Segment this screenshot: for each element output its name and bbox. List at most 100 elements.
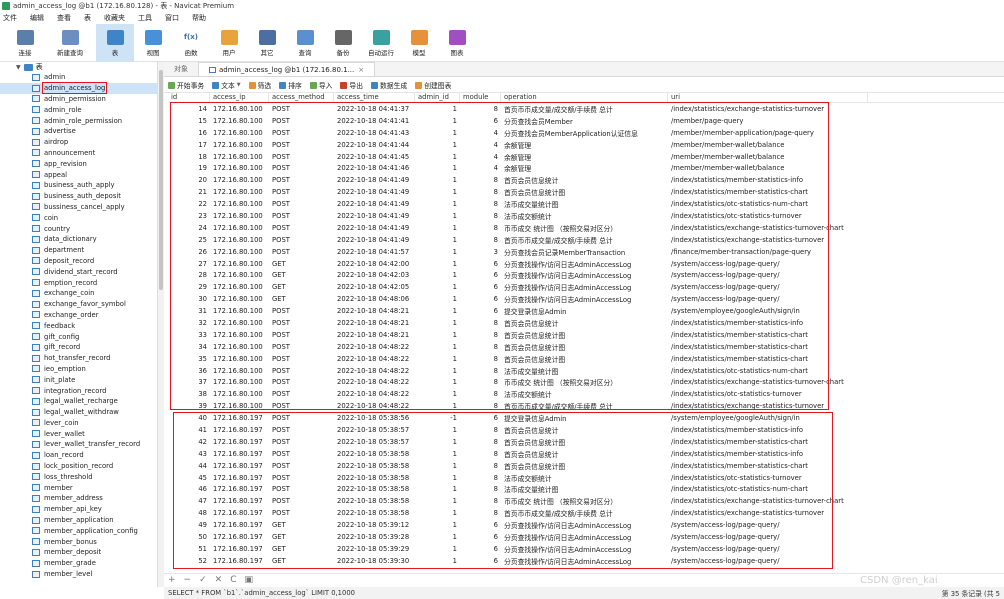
data-toolbar-button[interactable]: 导出 [340, 80, 363, 90]
tree-item-table[interactable]: deposit_record [0, 256, 157, 267]
tree-item-table[interactable]: bussiness_cancel_apply [0, 202, 157, 213]
toolbar-label: 自动运行 [368, 48, 394, 57]
tree-item-table[interactable]: gift_record [0, 342, 157, 353]
tree-item-table[interactable]: exchange_order [0, 310, 157, 321]
tree-item-table[interactable]: lever_coin [0, 418, 157, 429]
tree-item-table[interactable]: integration_record [0, 385, 157, 396]
tree-item-table[interactable]: admin_role_permission [0, 115, 157, 126]
menu-help[interactable]: 帮助 [192, 13, 206, 23]
menu-window[interactable]: 窗口 [165, 13, 179, 23]
column-header-id[interactable]: id [168, 93, 210, 102]
column-header-access-ip[interactable]: access_ip [210, 93, 269, 102]
tree-item-table[interactable]: legal_wallet_recharge [0, 396, 157, 407]
tree-item-table[interactable]: lock_position_record [0, 461, 157, 472]
tree-item-table[interactable]: business_auth_apply [0, 180, 157, 191]
tree-item-table[interactable]: business_auth_deposit [0, 191, 157, 202]
tree-item-table[interactable]: lever_wallet_transfer_record [0, 439, 157, 450]
apply-button[interactable]: ✓ [199, 575, 207, 585]
toolbar-plug-button[interactable]: 连接 [6, 24, 44, 62]
data-toolbar-button[interactable]: 数据生成 [371, 80, 407, 90]
tree-item-table[interactable]: admin [0, 72, 157, 83]
data-toolbar-button[interactable]: 筛选 [248, 80, 271, 90]
tree-item-table[interactable]: loan_record [0, 450, 157, 461]
tree-item-table[interactable]: admin_access_log [0, 82, 157, 95]
toolbar-view-button[interactable]: 视图 [134, 24, 172, 62]
toolbar-tools-button[interactable]: 其它 [248, 24, 286, 62]
tree-item-table[interactable]: department [0, 245, 157, 256]
tree-item-table[interactable]: member_application_config [0, 525, 157, 536]
data-toolbar-button[interactable]: 创建图表 [415, 80, 451, 90]
toolbar-function-button[interactable]: f(x) 函数 [172, 24, 210, 62]
tree-item-table[interactable]: airdrop [0, 137, 157, 148]
tree-item-table[interactable]: member_level [0, 569, 157, 580]
tab-objects[interactable]: 对象 [164, 62, 198, 76]
refresh-button[interactable]: C [230, 575, 236, 585]
discard-button[interactable]: ✕ [215, 575, 223, 585]
toolbar-backup-button[interactable]: 备份 [324, 24, 362, 62]
data-toolbar-button[interactable]: 开始事务 [168, 80, 204, 90]
column-header-operation[interactable]: operation [501, 93, 668, 102]
tree-item-table[interactable]: exchange_coin [0, 288, 157, 299]
tree-item-table[interactable]: gift_config [0, 331, 157, 342]
tree-item-table[interactable]: member_deposit [0, 547, 157, 558]
tree-item-table[interactable]: coin [0, 212, 157, 223]
column-header-admin-id[interactable]: admin_id [415, 93, 460, 102]
tree-item-table[interactable]: ieo_emption [0, 364, 157, 375]
tree-item-table[interactable]: member_api_key [0, 504, 157, 515]
tree-item-table[interactable]: advertise [0, 126, 157, 137]
tree-item-table[interactable]: init_plate [0, 374, 157, 385]
tree-item-table[interactable]: loss_threshold [0, 471, 157, 482]
toolbar-model-button[interactable]: 模型 [400, 24, 438, 62]
toolbar-robot-button[interactable]: 自动运行 [362, 24, 400, 62]
tree-item-table[interactable]: member_address [0, 493, 157, 504]
column-header-uri[interactable]: uri [668, 93, 868, 102]
toolbar-chart-button[interactable]: 图表 [438, 24, 476, 62]
tree-item-table[interactable]: emption_record [0, 277, 157, 288]
delete-record-button[interactable]: − [184, 575, 192, 585]
tree-item-table[interactable]: appeal [0, 169, 157, 180]
tree-item-table[interactable]: member_bonus [0, 536, 157, 547]
tree-item-table[interactable]: hot_transfer_record [0, 353, 157, 364]
tree-item-table[interactable]: lever_wallet [0, 428, 157, 439]
toolbar-user-button[interactable]: 用户 [210, 24, 248, 62]
chevron-down-icon[interactable]: ▼ [237, 82, 241, 88]
tree-item-table[interactable]: admin_role [0, 104, 157, 115]
tree-item-label: appeal [44, 170, 68, 179]
tree-item-table[interactable]: exchange_favor_symbol [0, 299, 157, 310]
tree-item-table[interactable]: legal_wallet_withdraw [0, 407, 157, 418]
toolbar-table-button[interactable]: 表 [96, 24, 134, 62]
menu-table[interactable]: 表 [84, 13, 91, 23]
menu-favorites[interactable]: 收藏夹 [104, 13, 125, 23]
data-toolbar-button[interactable]: 导入 [309, 80, 332, 90]
tree-item-table[interactable]: app_revision [0, 158, 157, 169]
add-record-button[interactable]: + [168, 575, 176, 585]
tree-root-tables[interactable]: ▼ 表 [0, 62, 157, 72]
chevron-down-icon[interactable]: ▼ [16, 64, 21, 71]
data-toolbar-button[interactable]: 文本 ▼ [212, 80, 241, 90]
column-header-access-time[interactable]: access_time [334, 93, 415, 102]
close-icon[interactable]: × [358, 66, 364, 74]
tree-item-table[interactable]: member_grade [0, 558, 157, 569]
column-header-access-method[interactable]: access_method [269, 93, 334, 102]
tree-item-table[interactable]: member_application [0, 515, 157, 526]
tree-item-table[interactable]: feedback [0, 320, 157, 331]
data-toolbar-button[interactable]: 排序 [279, 80, 302, 90]
table-icon [32, 516, 40, 524]
tree-item-table[interactable]: admin_permission [0, 94, 157, 105]
menu-file[interactable]: 文件 [3, 13, 17, 23]
stop-button[interactable]: ▣ [244, 575, 253, 585]
tab-admin-access-log[interactable]: admin_access_log @b1 (172.16.80.1... × [198, 62, 376, 76]
column-header-module[interactable]: module [460, 93, 501, 102]
tree-item-table[interactable]: data_dictionary [0, 234, 157, 245]
tree-item-table[interactable]: dividend_start_record [0, 266, 157, 277]
menu-edit[interactable]: 编辑 [30, 13, 44, 23]
sidebar-scrollbar[interactable] [158, 62, 164, 587]
tree-item-table[interactable]: member [0, 482, 157, 493]
toolbar-query-button[interactable]: 查询 [286, 24, 324, 62]
menu-view[interactable]: 查看 [57, 13, 71, 23]
sidebar-scrollbar-thumb[interactable] [159, 70, 163, 290]
menu-tools[interactable]: 工具 [138, 13, 152, 23]
tree-item-table[interactable]: announcement [0, 148, 157, 159]
tree-item-table[interactable]: country [0, 223, 157, 234]
toolbar-new-query-button[interactable]: 新建查询 [44, 24, 96, 62]
